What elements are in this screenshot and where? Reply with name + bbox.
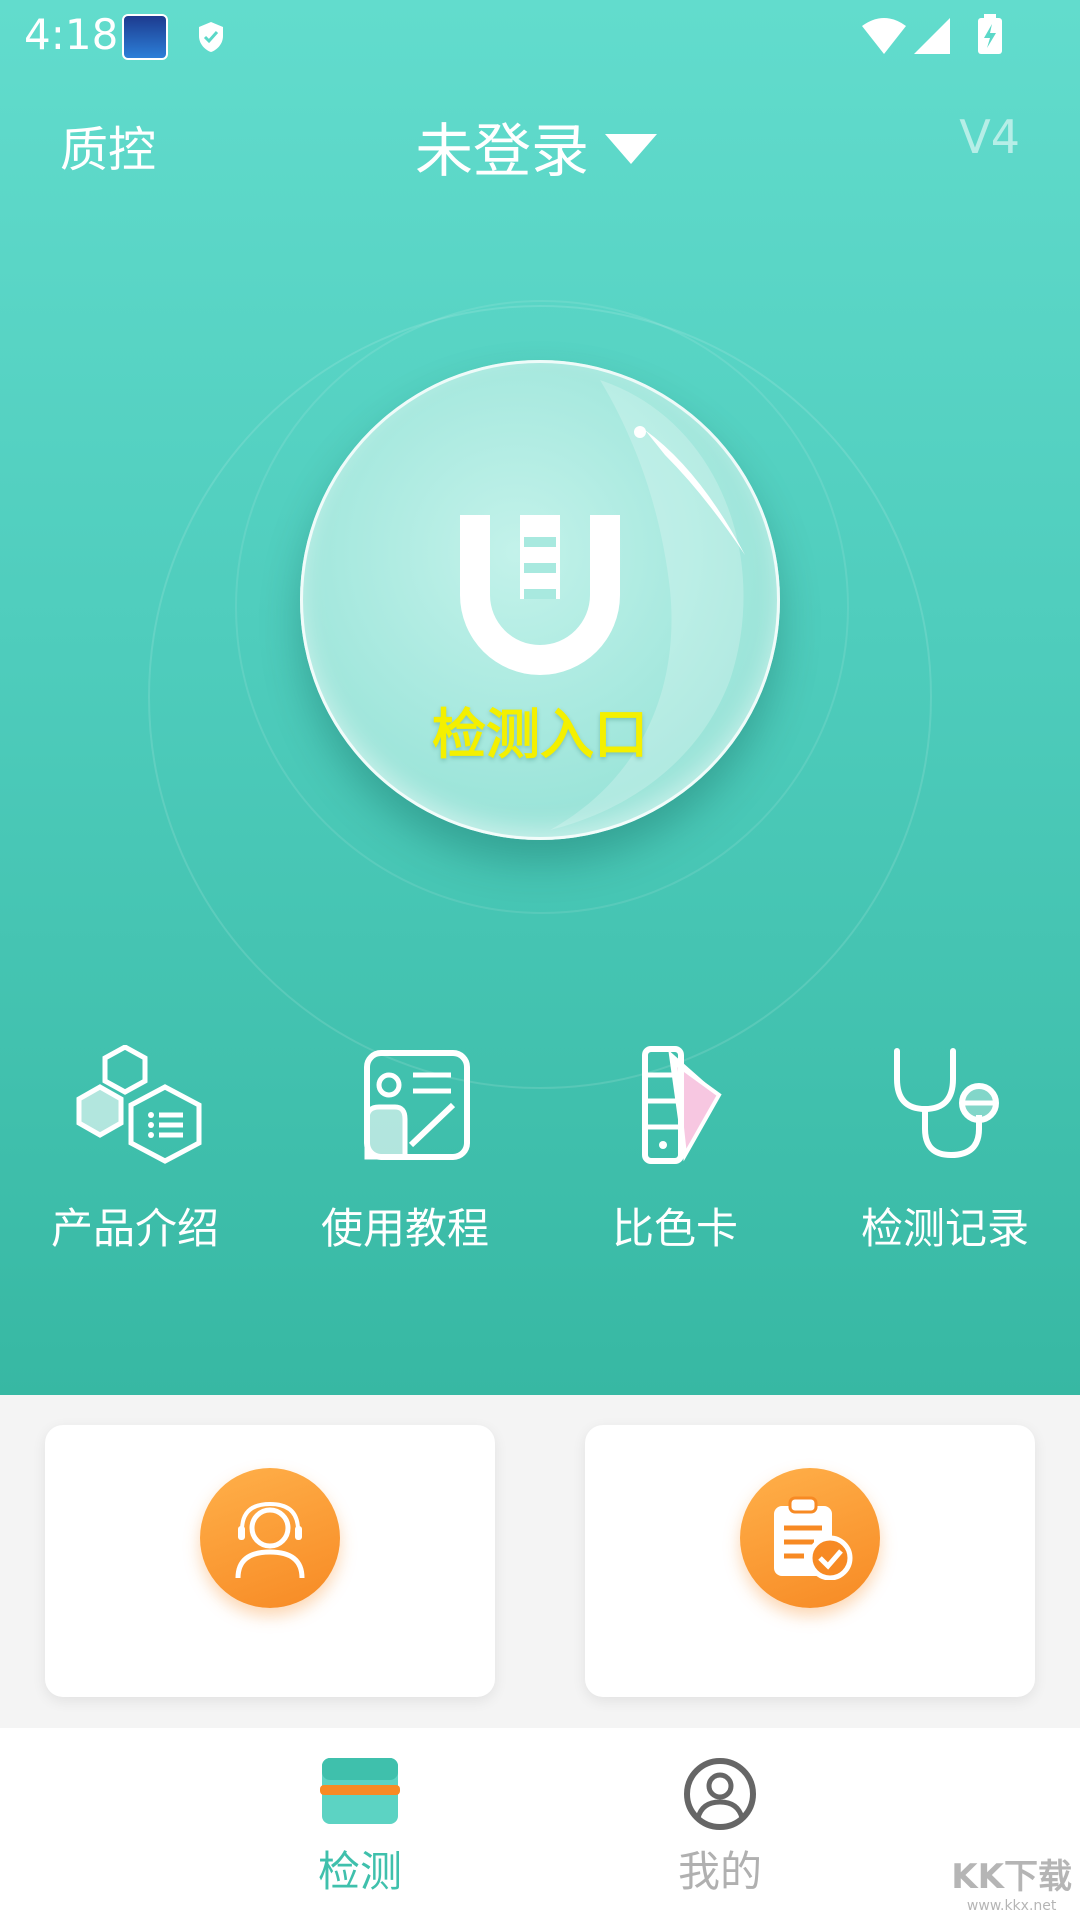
feature-product-intro[interactable]: 产品介绍 — [0, 1045, 270, 1265]
login-dropdown[interactable]: 未登录 — [415, 104, 658, 188]
feature-label: 产品介绍 — [50, 1204, 219, 1253]
feature-label: 检测记录 — [860, 1204, 1029, 1253]
wifi-icon — [862, 18, 906, 54]
hero-panel: 4:18 质控 未登录 V4 检测入口 产品介绍 使用教程 比色卡 检测记录 — [0, 0, 1080, 1395]
customer-service-icon — [235, 1501, 305, 1579]
qc-button[interactable]: 质控 — [60, 110, 156, 180]
color-swatch-icon — [642, 1046, 722, 1164]
feature-grid: 产品介绍 使用教程 比色卡 检测记录 — [0, 1045, 1080, 1265]
scan-icon — [320, 1758, 400, 1824]
status-bar: 4:18 — [0, 0, 1080, 72]
stethoscope-icon — [894, 1048, 999, 1159]
clipboard-check-icon — [774, 1496, 853, 1580]
user-circle-icon — [684, 1758, 756, 1830]
brand-logo-icon — [460, 515, 620, 675]
status-icons — [862, 14, 1002, 54]
nav-label: 检测 — [317, 1847, 402, 1896]
feature-tutorial[interactable]: 使用教程 — [270, 1045, 540, 1265]
nav-detect[interactable]: 检测 — [240, 1728, 480, 1920]
feature-label: 使用教程 — [320, 1204, 489, 1253]
top-bar: 质控 未登录 V4 — [0, 100, 1080, 185]
shield-icon — [199, 22, 223, 52]
detect-entry-label: 检测入口 — [432, 703, 648, 766]
app-notification-icon — [122, 14, 168, 60]
feature-test-records[interactable]: 检测记录 — [810, 1045, 1080, 1265]
report-card[interactable] — [585, 1425, 1035, 1697]
login-status-label: 未登录 — [415, 117, 590, 185]
watermark-url: www.kkx.net — [966, 1898, 1057, 1914]
card-icon-circle — [200, 1468, 340, 1608]
customer-service-card[interactable] — [45, 1425, 495, 1697]
feature-color-card[interactable]: 比色卡 — [540, 1045, 810, 1265]
nav-label: 我的 — [677, 1847, 762, 1896]
bottom-nav: 检测 我的 — [0, 1728, 1080, 1920]
feature-label: 比色卡 — [611, 1204, 738, 1253]
signal-icon — [914, 18, 950, 54]
caret-down-icon — [605, 134, 658, 164]
status-time: 4:18 — [24, 10, 119, 59]
watermark: KK下载 www.kkx.net — [951, 1849, 1072, 1914]
version-label: V4 — [959, 110, 1020, 164]
tutorial-card-icon — [364, 1050, 470, 1160]
detect-entry-button[interactable]: 检测入口 — [300, 360, 780, 840]
hexagon-list-icon — [76, 1045, 202, 1164]
watermark-text: KK下载 — [951, 1857, 1072, 1897]
card-icon-circle — [740, 1468, 880, 1608]
nav-mine[interactable]: 我的 — [600, 1728, 840, 1920]
